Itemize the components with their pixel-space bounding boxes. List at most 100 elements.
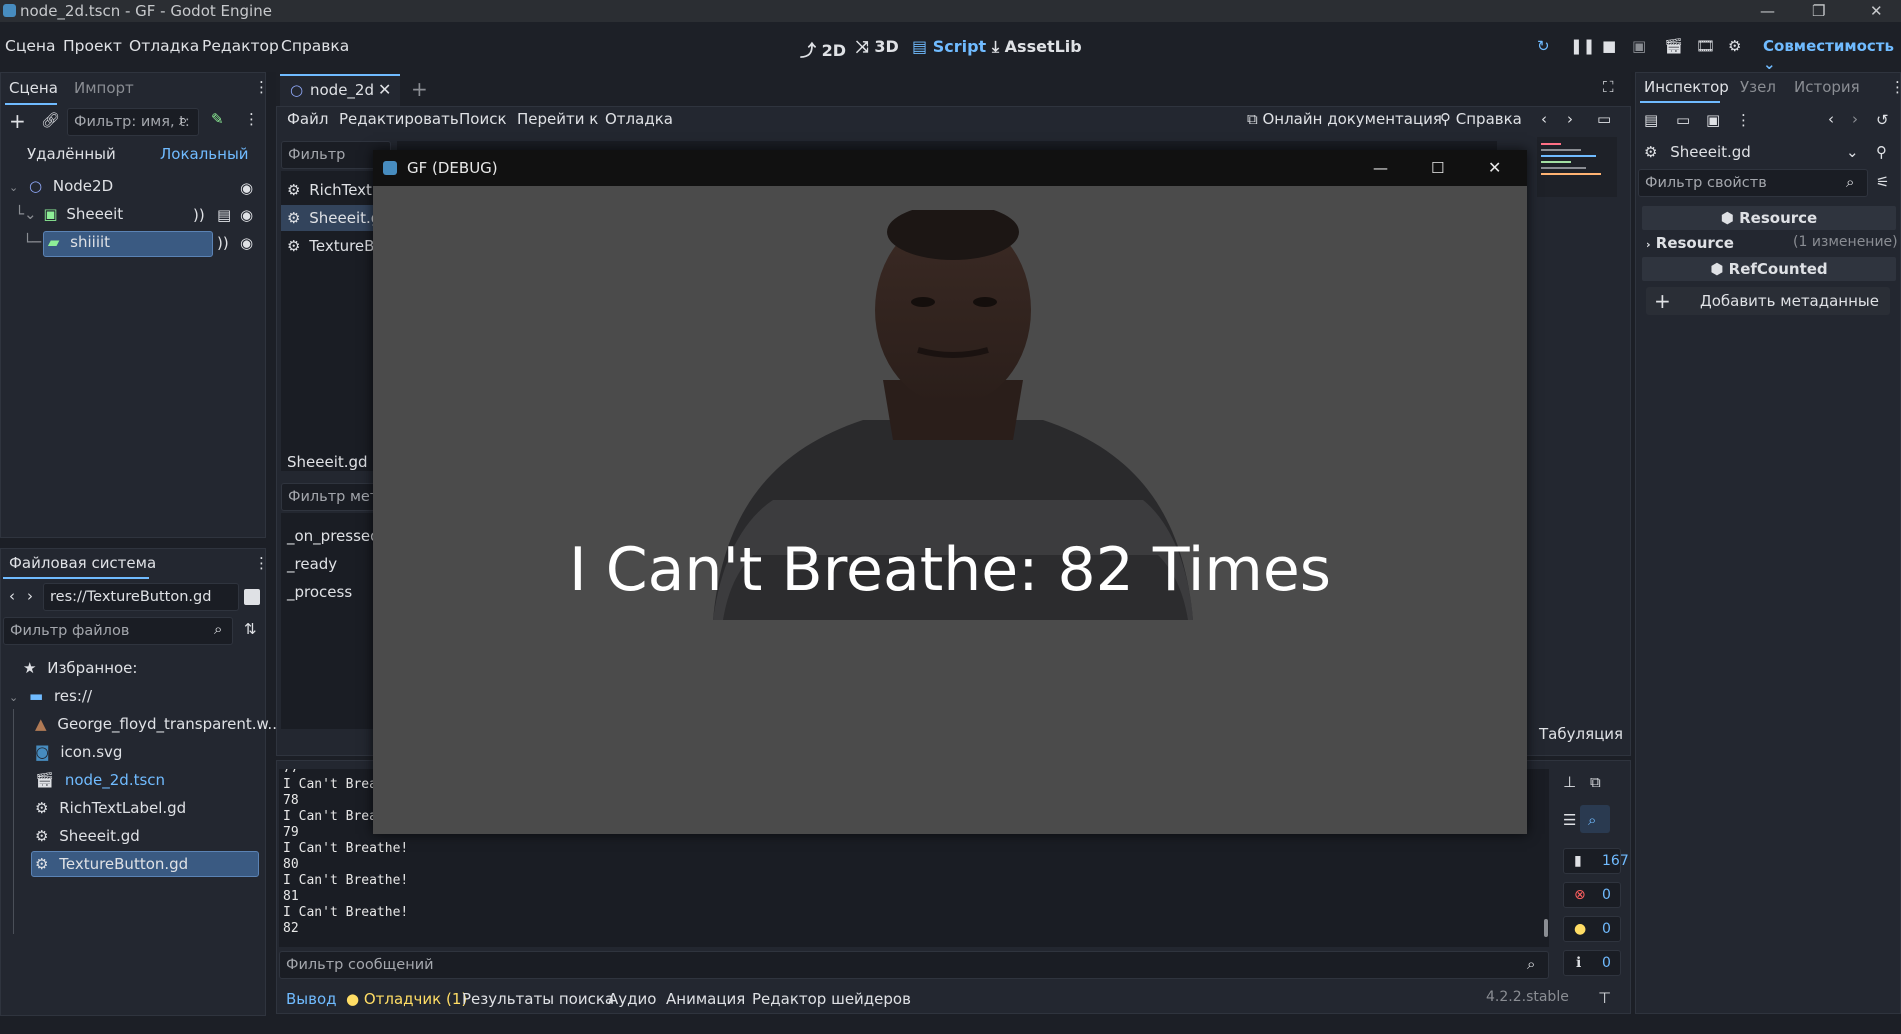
tabulation-label[interactable]: Табуляция: [1539, 725, 1623, 743]
file-item[interactable]: 🎬︎ node_2d.tscn: [35, 771, 165, 789]
tree-node-node2d[interactable]: ⌄ ○ Node2D: [9, 177, 113, 195]
resource-property[interactable]: › Resource: [1646, 234, 1734, 252]
movie-maker-icon[interactable]: ⚙: [1728, 37, 1741, 55]
file-item[interactable]: ⚙ Sheeeit.gd: [35, 827, 140, 845]
fullscreen-icon[interactable]: ⛶: [1603, 78, 1614, 96]
tab-search-results[interactable]: Результаты поиска: [462, 990, 614, 1008]
dock-menu-icon[interactable]: ⋮: [254, 78, 269, 96]
visibility-eye-icon[interactable]: ◉: [240, 234, 253, 252]
pause-icon[interactable]: ❚❚: [1570, 37, 1595, 55]
run-custom-scene-icon[interactable]: 🎞︎: [1696, 37, 1715, 55]
online-docs-link[interactable]: ⧉ Онлайн документация: [1247, 110, 1442, 128]
menu-debug[interactable]: Отладка: [129, 37, 199, 55]
file-item[interactable]: ⚙ TextureButton.gd: [35, 855, 188, 873]
scene-tab-node2d[interactable]: ○ node_2d ✕: [280, 74, 400, 106]
sort-icon[interactable]: ⇅: [244, 620, 257, 638]
script-icon[interactable]: ▤: [217, 206, 231, 224]
tab-scene[interactable]: Сцена: [9, 79, 58, 97]
close-icon[interactable]: ✕: [1488, 150, 1501, 186]
close-icon[interactable]: ✕: [1870, 0, 1883, 22]
tab-animation[interactable]: Анимация: [666, 990, 745, 1008]
path-input[interactable]: res://TextureButton.gd: [43, 583, 239, 611]
tab-history[interactable]: История: [1794, 78, 1860, 96]
back-arrow-icon[interactable]: ‹: [9, 587, 15, 605]
toggle-panel-icon[interactable]: ▭: [1597, 110, 1611, 128]
remote-tab[interactable]: Удалённый: [27, 145, 116, 163]
maximize-icon[interactable]: ❐: [1812, 0, 1825, 22]
tab-debugger[interactable]: ● Отладчик (1): [346, 990, 467, 1008]
mode-script-button[interactable]: ▤ Script: [912, 37, 986, 56]
tree-node-sheeeit[interactable]: └⌄ ▣ Sheeeit: [15, 205, 123, 223]
link-icon[interactable]: 🔗︎: [41, 111, 60, 129]
res-root-item[interactable]: ⌄ ▬ res://: [9, 687, 92, 705]
inspector-menu-icon[interactable]: ⋮: [1736, 111, 1751, 129]
warning-count-badge[interactable]: ● 0: [1563, 916, 1621, 942]
property-options-icon[interactable]: ⚟: [1876, 173, 1889, 191]
save-icon[interactable]: ▣: [1706, 111, 1720, 129]
local-tab[interactable]: Локальный: [160, 145, 249, 163]
remote-debug-icon[interactable]: ▣: [1632, 37, 1646, 55]
signal-icon[interactable]: )): [217, 234, 229, 252]
collapse-icon[interactable]: ☰: [1563, 811, 1576, 829]
menu-project[interactable]: Проект: [63, 37, 122, 55]
signal-icon[interactable]: )): [193, 206, 205, 224]
tree-node-shiiiit[interactable]: └─ ▰ shiiiit: [23, 233, 110, 251]
chevron-down-icon[interactable]: ⌄: [1846, 143, 1859, 161]
inspected-object[interactable]: ⚙ Sheeeit.gd: [1644, 143, 1751, 161]
new-resource-icon[interactable]: ▤: [1644, 111, 1658, 129]
stop-icon[interactable]: ■: [1602, 37, 1616, 55]
file-filter-input[interactable]: Фильтр файлов: [3, 617, 233, 645]
mode-2d-button[interactable]: ⤴ 2D: [800, 37, 846, 61]
minimize-icon[interactable]: —: [1760, 0, 1775, 22]
game-debug-window[interactable]: GF (DEBUG) — ☐ ✕ I Can't Breathe: 82 Tim…: [373, 150, 1527, 834]
visibility-eye-icon[interactable]: ◉: [240, 179, 253, 197]
error-count-badge[interactable]: ⊗ 0: [1563, 882, 1621, 908]
back-arrow-icon[interactable]: ‹: [1541, 110, 1547, 128]
menu-edit[interactable]: Редактировать: [339, 110, 459, 128]
tab-node[interactable]: Узел: [1740, 78, 1776, 96]
dock-menu-icon[interactable]: ⋮: [254, 554, 269, 572]
object-tools-icon[interactable]: ⚲: [1876, 143, 1887, 161]
section-refcounted-header[interactable]: ⬢ RefCounted: [1642, 257, 1896, 281]
forward-arrow-icon[interactable]: ›: [27, 587, 33, 605]
attach-script-icon[interactable]: ✎: [211, 110, 224, 128]
tab-output[interactable]: Вывод: [286, 990, 337, 1008]
tab-shader-editor[interactable]: Редактор шейдеров: [752, 990, 911, 1008]
property-filter-input[interactable]: Фильтр свойств: [1638, 169, 1868, 197]
menu-scene[interactable]: Сцена: [5, 37, 56, 55]
copy-output-icon[interactable]: ⧉: [1590, 773, 1601, 791]
add-tab-icon[interactable]: +: [411, 77, 428, 101]
menu-debug[interactable]: Отладка: [605, 110, 673, 128]
script-list-item[interactable]: ⚙ TextureBu: [287, 237, 384, 255]
tab-filesystem[interactable]: Файловая система: [9, 554, 156, 572]
open-folder-icon[interactable]: ▭: [1676, 111, 1690, 129]
code-minimap[interactable]: [1537, 137, 1617, 197]
favorites-item[interactable]: ★ Избранное:: [23, 659, 137, 677]
help-link[interactable]: ⚲ Справка: [1440, 110, 1522, 128]
message-filter-input[interactable]: Фильтр сообщений: [279, 951, 1549, 979]
method-item[interactable]: _process: [287, 583, 352, 601]
close-tab-icon[interactable]: ✕: [378, 80, 391, 99]
renderer-select[interactable]: Совместимость ⌄: [1763, 37, 1901, 73]
tab-inspector[interactable]: Инспектор: [1644, 78, 1729, 96]
section-resource-header[interactable]: ⬢ Resource: [1642, 206, 1896, 230]
add-node-icon[interactable]: +: [9, 109, 26, 133]
menu-goto[interactable]: Перейти к: [517, 110, 598, 128]
file-item[interactable]: ◙ icon.svg: [35, 743, 122, 761]
search-icon[interactable]: ⌕: [1588, 811, 1596, 829]
scene-menu-icon[interactable]: ⋮: [244, 110, 259, 128]
expand-panel-icon[interactable]: ⊤: [1598, 989, 1611, 1007]
history-icon[interactable]: ↺: [1876, 111, 1889, 129]
reload-icon[interactable]: ↻: [1537, 37, 1550, 55]
method-item[interactable]: _on_pressed: [287, 527, 380, 545]
clear-output-icon[interactable]: ⊥: [1563, 773, 1576, 791]
maximize-icon[interactable]: ☐: [1431, 150, 1444, 186]
output-scrollbar[interactable]: [1544, 919, 1548, 937]
add-metadata-button[interactable]: + Добавить метаданные: [1646, 287, 1890, 315]
split-view-icon[interactable]: [244, 589, 260, 605]
tab-import[interactable]: Импорт: [74, 79, 134, 97]
mode-3d-button[interactable]: ⤨ 3D: [856, 37, 899, 57]
method-item[interactable]: _ready: [287, 555, 337, 573]
info-count-badge[interactable]: ℹ 0: [1563, 950, 1621, 976]
menu-editor[interactable]: Редактор: [202, 37, 279, 55]
